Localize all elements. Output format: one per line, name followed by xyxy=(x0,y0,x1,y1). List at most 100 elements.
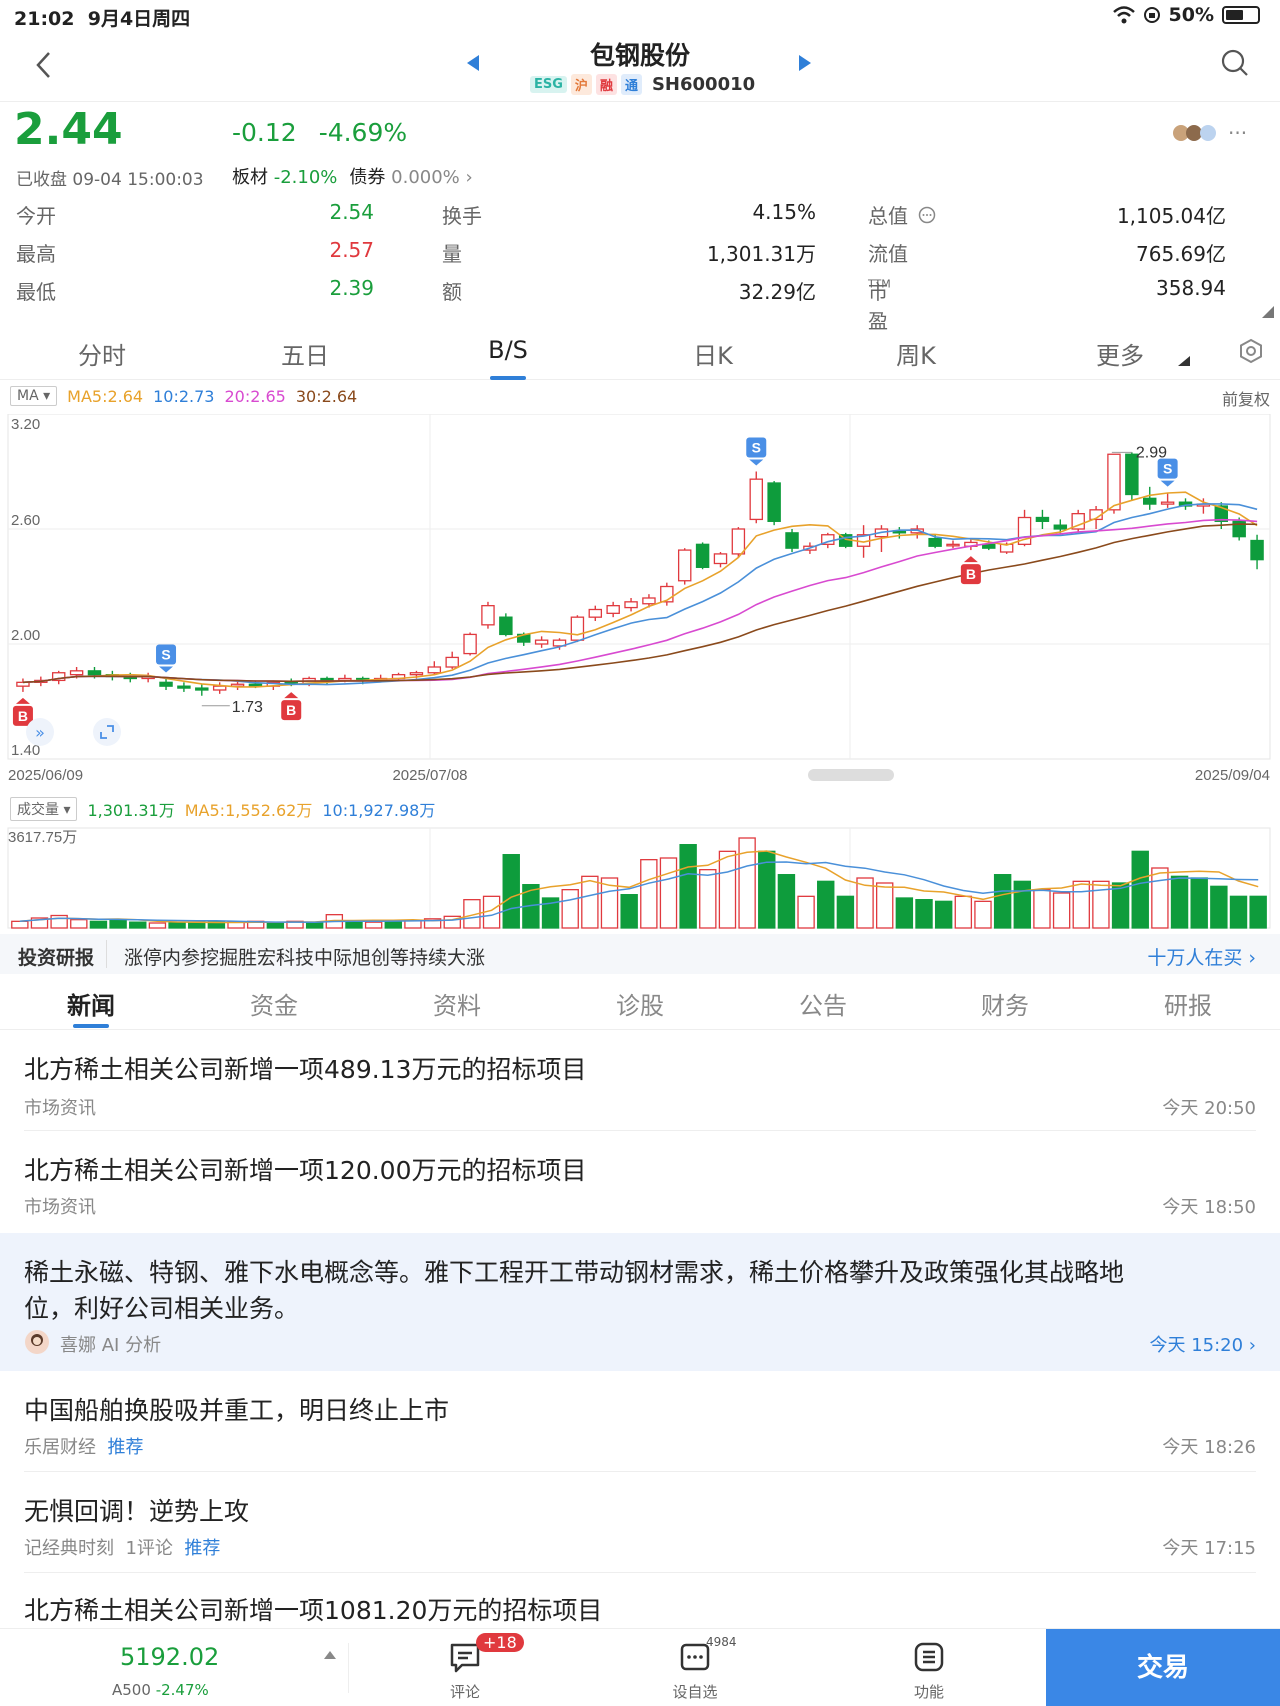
volume-bar xyxy=(817,880,835,929)
tab-profile[interactable]: 资料 xyxy=(433,986,481,1021)
tab-weekly-k[interactable]: 周K xyxy=(896,336,936,371)
news-title: 北方稀土相关公司新增一项1081.20万元的招标项目 xyxy=(24,1596,603,1625)
tab-reports[interactable]: 研报 xyxy=(1164,986,1212,1021)
tag-esg: ESG xyxy=(530,76,567,93)
tab-bs[interactable]: B/S xyxy=(488,336,528,364)
search-icon[interactable] xyxy=(1220,48,1250,78)
bond-label: 债券 xyxy=(349,167,386,188)
ai-analysis-item[interactable]: 稀土永磁、特钢、雅下水电概念等。雅下工程开工带动钢材需求，稀土价格攀升及政策强化… xyxy=(0,1233,1280,1371)
list-item[interactable]: 无惧回调！逆势上攻 记经典时刻 1评论 推荐 今天 17:15 xyxy=(0,1472,1280,1573)
stat-label: 额 xyxy=(442,280,462,304)
status-time: 21:02 xyxy=(14,8,75,30)
list-item[interactable]: 北方稀土相关公司新增一项120.00万元的招标项目 市场资讯 今天 18:50 xyxy=(0,1131,1280,1233)
signal-letter: B xyxy=(18,708,28,724)
stat-value: 1,301.31万 xyxy=(706,242,816,266)
change-percent: -4.69% xyxy=(318,118,408,147)
ma-selector[interactable]: MA ▾ xyxy=(10,386,58,406)
research-link[interactable]: 十万人在买 › xyxy=(1147,943,1256,970)
stat-value: 2.54 xyxy=(329,200,374,224)
volume-bar xyxy=(1131,850,1149,929)
add-watchlist-button[interactable]: 4984 设自选 xyxy=(630,1629,760,1706)
volume-max-label: 3617.75万 xyxy=(8,829,77,846)
list-item[interactable]: 北方稀土相关公司新增一项489.13万元的招标项目 市场资讯 今天 20:50 xyxy=(0,1030,1280,1131)
volume-bar xyxy=(699,869,717,929)
news-title: 北方稀土相关公司新增一项489.13万元的招标项目 xyxy=(24,1055,587,1084)
volume-bar xyxy=(1249,895,1267,929)
news-source-text: 乐居财经 xyxy=(24,1437,96,1458)
comment-label: 评论 xyxy=(449,1683,480,1701)
tab-intraday[interactable]: 分时 xyxy=(78,336,126,371)
battery-percent: 50% xyxy=(1168,4,1214,26)
tab-five-day[interactable]: 五日 xyxy=(281,336,329,371)
info-circle-icon[interactable] xyxy=(918,206,936,224)
volume-bar xyxy=(50,914,68,929)
signal-pointer xyxy=(963,556,978,563)
avatar-group-icon[interactable] xyxy=(1172,120,1218,146)
list-item[interactable]: 北方稀土相关公司新增一项1081.20万元的招标项目 xyxy=(0,1573,1280,1628)
next-stock-icon[interactable] xyxy=(798,54,812,72)
divider xyxy=(348,1643,349,1693)
news-time: 今天 18:26 xyxy=(1162,1437,1256,1458)
sector-bar[interactable]: 板材 -2.10% 债券 0.000% › xyxy=(232,163,473,189)
sell-signal-marker: S xyxy=(156,644,177,673)
stat-value: 358.94 xyxy=(1156,276,1226,300)
volume-ma10-line xyxy=(19,861,1259,924)
volume-bar xyxy=(109,919,127,929)
tab-financials[interactable]: 财务 xyxy=(981,986,1029,1021)
comment-button[interactable]: +18 评论 xyxy=(400,1629,530,1706)
volume-bar xyxy=(679,844,697,929)
tab-funds[interactable]: 资金 xyxy=(250,986,298,1021)
candle-body xyxy=(499,616,513,636)
stat-label: 总值 xyxy=(868,204,908,228)
y-tick-label: 2.60 xyxy=(11,512,40,529)
sell-signal-marker: S xyxy=(746,437,767,466)
stat-row: 最低 2.39 额 32.29亿 市盈 TTM 358.94 xyxy=(16,276,1226,333)
dropdown-corner-icon xyxy=(1178,356,1190,366)
tab-announcements[interactable]: 公告 xyxy=(799,986,847,1021)
signal-pointer xyxy=(284,692,299,699)
stat-label: 今开 xyxy=(16,204,56,228)
research-headline[interactable]: 涨停内参挖掘胜宏科技中际旭创等持续大涨 xyxy=(124,943,485,970)
ma10-line xyxy=(22,503,1258,686)
y-tick-label: 3.20 xyxy=(11,416,40,433)
volume-bar xyxy=(188,921,206,929)
signal-letter: B xyxy=(286,702,296,718)
tab-diagnosis[interactable]: 诊股 xyxy=(616,986,664,1021)
tab-daily-k[interactable]: 日K xyxy=(693,336,733,371)
volume-bar xyxy=(581,875,599,929)
function-button[interactable]: 功能 xyxy=(864,1629,994,1706)
more-dots-icon[interactable]: ··· xyxy=(1228,121,1247,145)
bond-value: 0.000% xyxy=(391,167,460,188)
stat-label: 流值 xyxy=(868,242,908,266)
function-label: 功能 xyxy=(913,1683,944,1701)
expand-corner-icon[interactable] xyxy=(1262,306,1274,318)
candlestick-chart[interactable]: 3.202.602.001.402.991.73BSBSBS»2025/06/0… xyxy=(0,414,1280,784)
news-time-text: 今天 15:20 xyxy=(1149,1335,1244,1356)
volume-bar xyxy=(345,920,363,929)
adjust-label[interactable]: 前复权 xyxy=(1222,386,1270,410)
settings-hex-icon[interactable] xyxy=(1238,338,1264,364)
volume-selector[interactable]: 成交量 ▾ xyxy=(10,797,78,821)
candle-body xyxy=(534,639,549,645)
candle-body xyxy=(1250,539,1264,561)
divider xyxy=(106,940,107,968)
volume-chart[interactable]: 3617.75万 xyxy=(0,824,1280,932)
stat-value: 1,105.04亿 xyxy=(1116,204,1226,228)
volume-bar xyxy=(993,874,1012,929)
volume-bar xyxy=(875,882,894,929)
chevron-right-icon: › xyxy=(465,167,473,188)
index-ticker[interactable]: 5192.02 A500 -2.47% xyxy=(0,1629,350,1706)
stat-value: 2.39 xyxy=(329,276,374,300)
volume-bar xyxy=(1190,877,1208,929)
candle-body xyxy=(588,608,603,618)
list-item[interactable]: 中国船舶换股吸并重工，明日终止上市 乐居财经 推荐 今天 18:26 xyxy=(0,1371,1280,1472)
trade-button[interactable]: 交易 xyxy=(1046,1629,1280,1706)
signal-pointer xyxy=(159,666,174,673)
tab-more[interactable]: 更多 xyxy=(1096,336,1144,371)
candle-body xyxy=(677,549,692,582)
research-bar[interactable]: 投资研报 涨停内参挖掘胜宏科技中际旭创等持续大涨 十万人在买 › xyxy=(0,934,1280,974)
tab-news[interactable]: 新闻 xyxy=(67,986,115,1021)
volume-bar xyxy=(659,857,678,929)
candle-body xyxy=(69,670,84,676)
volume-bar xyxy=(718,850,737,929)
